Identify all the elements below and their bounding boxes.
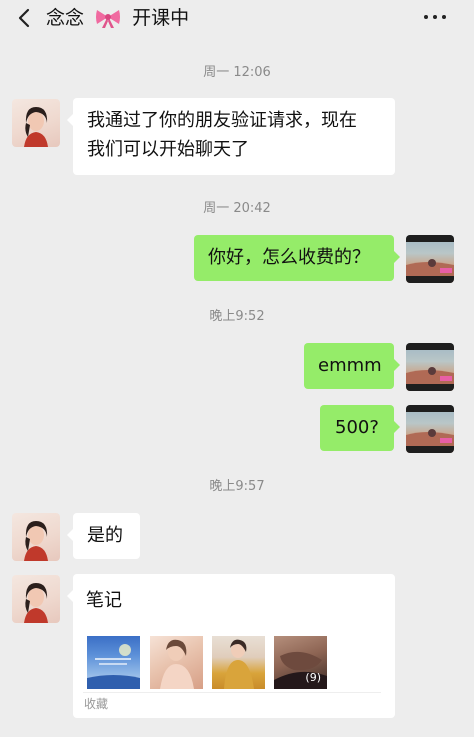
note-thumbnail <box>150 636 203 689</box>
contact-avatar[interactable] <box>12 513 60 561</box>
message-text: emmm <box>318 355 382 376</box>
message-text: 是的 <box>87 525 123 546</box>
card-divider <box>83 692 381 693</box>
contact-avatar[interactable] <box>12 575 60 623</box>
note-thumbnail <box>87 636 140 689</box>
note-source-label: 收藏 <box>84 697 109 711</box>
chevron-left-icon[interactable] <box>14 7 36 29</box>
my-avatar[interactable] <box>406 405 454 453</box>
note-thumbnail: (9) <box>274 636 327 689</box>
chat-status: 开课中 <box>132 7 190 29</box>
message-bubble-outgoing[interactable]: 500? <box>320 405 400 451</box>
image-count-badge: (9) <box>305 671 321 684</box>
timestamp: 晚上9:52 <box>209 309 265 324</box>
message-bubble-incoming[interactable]: 我通过了你的朋友验证请求，现在 我们可以开始聊天了 <box>67 98 395 175</box>
my-avatar[interactable] <box>406 343 454 391</box>
note-thumbnail <box>212 636 265 689</box>
timestamp: 晚上9:57 <box>209 479 265 494</box>
message-bubble-incoming[interactable]: 是的 <box>67 513 140 559</box>
note-card[interactable]: 笔记 (9) 收藏 <box>67 574 395 718</box>
message-text-line: 我们可以开始聊天了 <box>87 139 249 160</box>
contact-name: 念念 <box>46 7 85 29</box>
chat-header: 念念 开课中 <box>0 0 474 36</box>
message-text-line: 我通过了你的朋友验证请求，现在 <box>87 110 357 131</box>
message-text: 500? <box>335 417 379 438</box>
ribbon-bow-icon <box>96 10 121 28</box>
message-bubble-outgoing[interactable]: 你好，怎么收费的？ <box>194 235 400 281</box>
more-dots-icon[interactable] <box>420 10 450 24</box>
note-card-title: 笔记 <box>86 590 122 611</box>
message-text: 你好，怎么收费的？ <box>208 247 370 268</box>
contact-avatar[interactable] <box>12 99 60 147</box>
message-bubble-outgoing[interactable]: emmm <box>304 343 400 389</box>
my-avatar[interactable] <box>406 235 454 283</box>
chat-title: 念念 开课中 <box>46 6 189 30</box>
timestamp: 周一 12:06 <box>203 65 271 80</box>
timestamp: 周一 20:42 <box>203 201 271 216</box>
